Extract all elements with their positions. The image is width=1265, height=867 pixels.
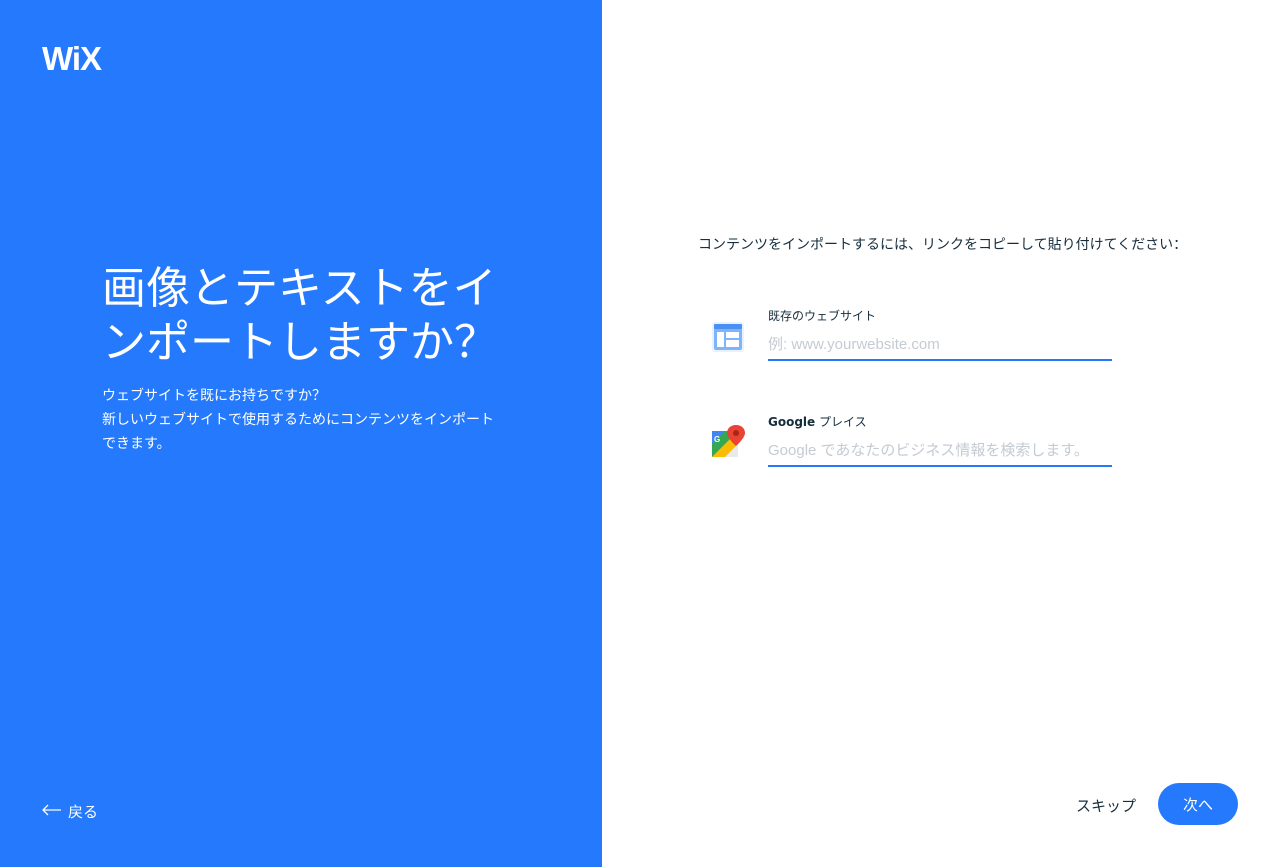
next-button[interactable]: 次へ [1158, 783, 1238, 825]
description-line-3: できます。 [102, 436, 171, 452]
existing-website-source: 既存のウェブサイト [708, 307, 1128, 377]
arrow-left-icon [42, 803, 62, 820]
google-maps-icon: G [708, 423, 748, 463]
page-title-line-2: ンポートしますか？ [102, 317, 498, 368]
svg-text:G: G [714, 435, 720, 444]
website-url-input[interactable] [768, 329, 1112, 361]
skip-button[interactable]: スキップ [1076, 795, 1136, 816]
existing-website-label: 既存のウェブサイト [768, 309, 877, 323]
page-description: ウェブサイトを既にお持ちですか？ 新しいウェブサイトで使用するためにコンテンツを… [102, 384, 522, 456]
google-place-label: Google プレイス [768, 415, 867, 429]
back-link[interactable]: 戻る [42, 801, 98, 822]
left-panel: WiX 画像とテキストをイ ンポートしますか？ ウェブサイトを既にお持ちですか？… [0, 0, 602, 867]
back-label: 戻る [68, 803, 99, 821]
description-line-1: ウェブサイトを既にお持ちですか？ [102, 388, 326, 404]
description-line-2: 新しいウェブサイトで使用するためにコンテンツをインポート [102, 412, 494, 428]
website-icon [708, 317, 748, 357]
google-place-source: G Google プレイス [708, 413, 1128, 483]
google-place-search-input[interactable] [768, 435, 1112, 467]
wix-logo: WiX [42, 40, 102, 77]
page-title: 画像とテキストをイ ンポートしますか？ [102, 262, 522, 370]
import-instruction: コンテンツをインポートするには、リンクをコピーして貼り付けてください： [698, 237, 1188, 253]
page-title-line-1: 画像とテキストをイ [102, 263, 497, 314]
right-panel: コンテンツをインポートするには、リンクをコピーして貼り付けてください： 既存のウ… [602, 0, 1265, 867]
import-content-page: WiX 画像とテキストをイ ンポートしますか？ ウェブサイトを既にお持ちですか？… [0, 0, 1265, 867]
